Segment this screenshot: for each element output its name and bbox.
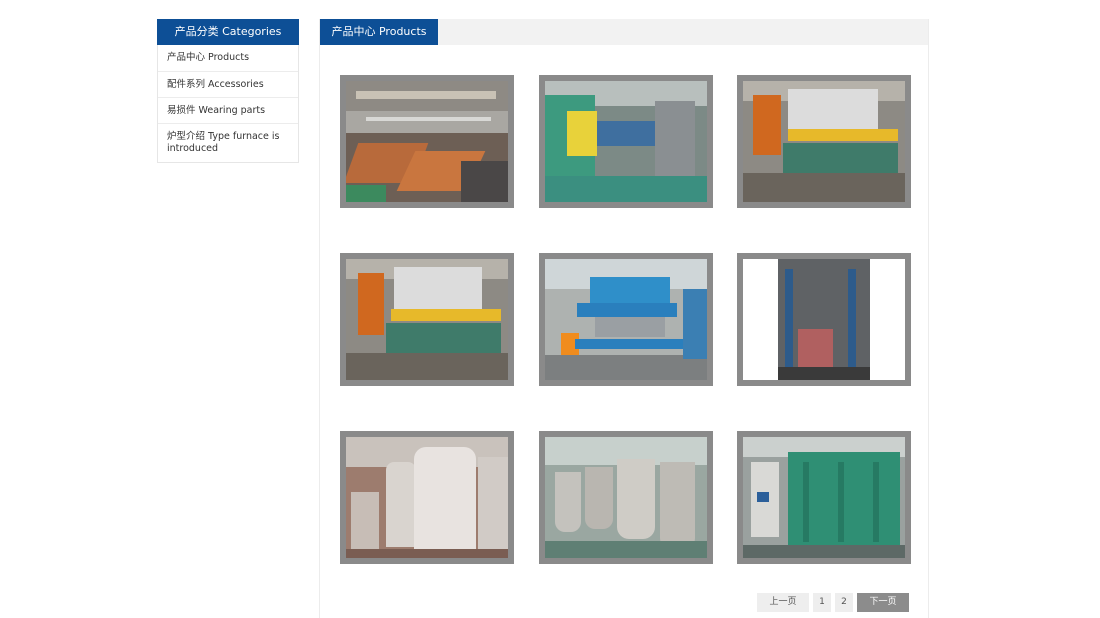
sidebar-item-wearing-parts[interactable]: 易损件 Wearing parts [158, 97, 298, 123]
category-list: 产品中心 Products 配件系列 Accessories 易损件 Weari… [157, 45, 299, 163]
product-photo-blue-machine [545, 259, 707, 380]
product-photo-copper-plates [346, 81, 508, 202]
prev-page-button[interactable]: 上一页 [757, 593, 809, 612]
product-photo-vertical-furnace [743, 259, 905, 380]
sidebar-item-furnace-types[interactable]: 炉型介绍 Type furnace is introduced [158, 123, 298, 162]
product-thumbnail-2[interactable] [539, 75, 713, 208]
product-photo-forging-press [743, 81, 905, 202]
product-thumbnail-8[interactable] [539, 431, 713, 564]
product-photo-forging-press-2 [346, 259, 508, 380]
product-thumbnail-4[interactable] [340, 253, 514, 386]
sidebar-title: 产品分类 Categories [157, 19, 299, 45]
next-page-button[interactable]: 下一页 [857, 593, 909, 612]
product-thumbnail-6[interactable] [737, 253, 911, 386]
sidebar-item-accessories[interactable]: 配件系列 Accessories [158, 71, 298, 97]
product-photo-pit-furnaces [545, 437, 707, 558]
page-2-button[interactable]: 2 [835, 593, 853, 612]
product-photo-storage-tanks [346, 437, 508, 558]
product-thumbnail-5[interactable] [539, 253, 713, 386]
product-thumbnail-1[interactable] [340, 75, 514, 208]
category-sidebar: 产品分类 Categories 产品中心 Products 配件系列 Acces… [157, 19, 299, 163]
product-thumbnail-9[interactable] [737, 431, 911, 564]
page-1-button[interactable]: 1 [813, 593, 831, 612]
product-thumbnail-7[interactable] [340, 431, 514, 564]
sidebar-item-products[interactable]: 产品中心 Products [158, 45, 298, 71]
page-title: 产品中心 Products [320, 19, 438, 45]
products-header: 产品中心 Products [320, 19, 928, 45]
product-thumbnail-3[interactable] [737, 75, 911, 208]
product-photo-box-furnace [743, 437, 905, 558]
product-photo-press-machine [545, 81, 707, 202]
